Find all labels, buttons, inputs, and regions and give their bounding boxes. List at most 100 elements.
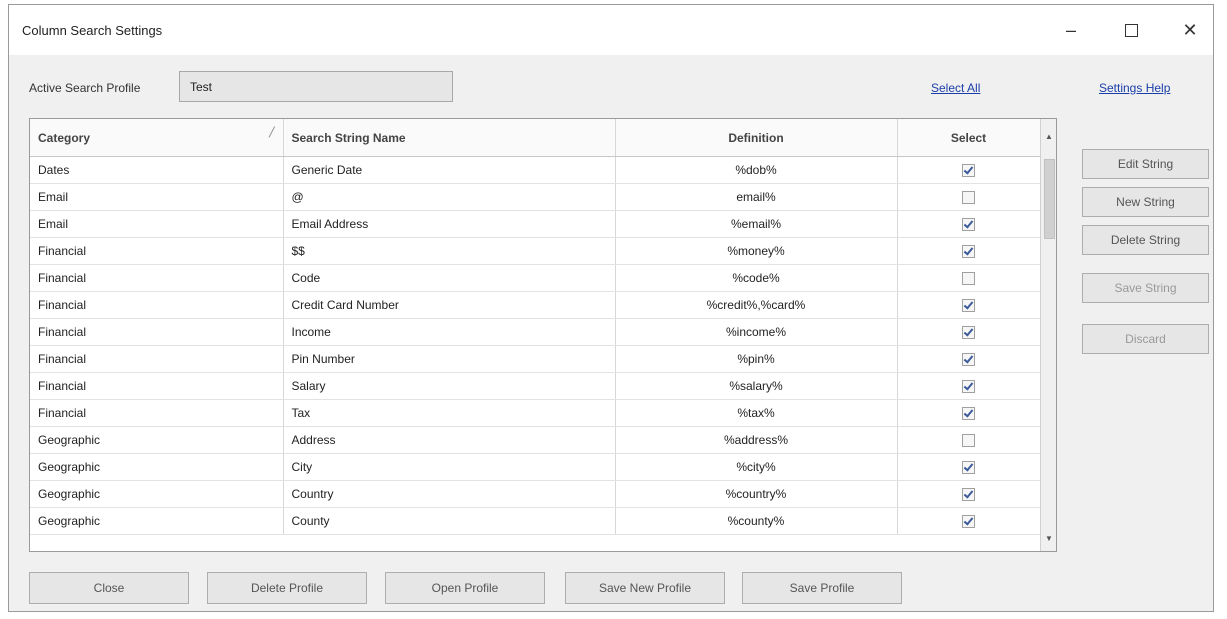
edit-string-button[interactable]: Edit String <box>1082 149 1209 179</box>
scroll-thumb[interactable] <box>1044 159 1055 239</box>
table-row[interactable]: Financial Pin Number %pin% <box>30 345 1041 373</box>
table-header-row: Category ╱ Search String Name Definition … <box>30 119 1041 157</box>
table-row[interactable]: Financial Salary %salary% <box>30 372 1041 400</box>
cell-category: Financial <box>30 372 284 400</box>
cell-category: Geographic <box>30 480 284 508</box>
minimize-button[interactable]: – <box>1051 15 1091 45</box>
vertical-scrollbar[interactable]: ▲ ▼ <box>1040 119 1056 551</box>
cell-select <box>897 426 1041 454</box>
cell-search-string-name: City <box>283 453 616 481</box>
column-header-category[interactable]: Category ╱ <box>30 119 284 157</box>
select-checkbox[interactable] <box>962 326 975 340</box>
select-checkbox[interactable] <box>962 164 975 178</box>
cell-select <box>897 318 1041 346</box>
select-checkbox[interactable] <box>962 218 975 232</box>
close-icon: ✕ <box>1182 19 1198 40</box>
cell-category: Dates <box>30 156 284 184</box>
cell-definition: %code% <box>615 264 898 292</box>
table-row[interactable]: Email @ email% <box>30 183 1041 211</box>
cell-category: Email <box>30 183 284 211</box>
cell-select <box>897 480 1041 508</box>
table-row[interactable]: Financial Credit Card Number %credit%,%car… <box>30 291 1041 319</box>
select-checkbox[interactable] <box>962 461 975 475</box>
discard-button[interactable]: Discard <box>1082 324 1209 354</box>
cell-category: Geographic <box>30 453 284 481</box>
cell-search-string-name: Income <box>283 318 616 346</box>
active-profile-field[interactable]: Test <box>179 71 453 102</box>
search-strings-grid: Category ╱ Search String Name Definition … <box>29 118 1057 552</box>
select-checkbox[interactable] <box>962 272 975 286</box>
open-profile-button[interactable]: Open Profile <box>385 572 545 604</box>
table-row[interactable]: Geographic County %county% <box>30 507 1041 535</box>
cell-select <box>897 264 1041 292</box>
close-button[interactable]: Close <box>29 572 189 604</box>
cell-select <box>897 210 1041 238</box>
delete-profile-button[interactable]: Delete Profile <box>207 572 367 604</box>
save-string-button[interactable]: Save String <box>1082 273 1209 303</box>
cell-definition: %income% <box>615 318 898 346</box>
table-row[interactable]: Financial Tax %tax% <box>30 399 1041 427</box>
cell-search-string-name: Code <box>283 264 616 292</box>
maximize-button[interactable] <box>1111 15 1151 45</box>
cell-category: Financial <box>30 318 284 346</box>
cell-definition: %county% <box>615 507 898 535</box>
cell-select <box>897 183 1041 211</box>
cell-definition: %credit%,%card% <box>615 291 898 319</box>
select-checkbox[interactable] <box>962 407 975 421</box>
cell-category: Financial <box>30 264 284 292</box>
cell-search-string-name: Salary <box>283 372 616 400</box>
maximize-icon <box>1124 23 1138 37</box>
table-row[interactable]: Dates Generic Date %dob% <box>30 156 1041 184</box>
cell-search-string-name: Country <box>283 480 616 508</box>
select-checkbox[interactable] <box>962 488 975 502</box>
table-row[interactable]: Email Email Address %email% <box>30 210 1041 238</box>
cell-select <box>897 453 1041 481</box>
select-checkbox[interactable] <box>962 191 975 205</box>
cell-category: Financial <box>30 345 284 373</box>
table-row[interactable]: Geographic Country %country% <box>30 480 1041 508</box>
table-row[interactable]: Financial $$ %money% <box>30 237 1041 265</box>
sort-indicator-icon: ╱ <box>269 127 275 137</box>
column-header-search-string-name[interactable]: Search String Name <box>283 119 616 157</box>
cell-search-string-name: Credit Card Number <box>283 291 616 319</box>
scroll-down-icon[interactable]: ▼ <box>1041 531 1056 547</box>
select-checkbox[interactable] <box>962 380 975 394</box>
cell-category: Geographic <box>30 507 284 535</box>
cell-search-string-name: Generic Date <box>283 156 616 184</box>
select-checkbox[interactable] <box>962 515 975 529</box>
delete-string-button[interactable]: Delete String <box>1082 225 1209 255</box>
search-strings-table: Category ╱ Search String Name Definition … <box>30 119 1041 535</box>
table-row[interactable]: Geographic Address %address% <box>30 426 1041 454</box>
select-checkbox[interactable] <box>962 353 975 367</box>
table-row[interactable]: Financial Income %income% <box>30 318 1041 346</box>
cell-category: Financial <box>30 399 284 427</box>
cell-category: Financial <box>30 291 284 319</box>
cell-category: Financial <box>30 237 284 265</box>
cell-category: Email <box>30 210 284 238</box>
settings-help-link[interactable]: Settings Help <box>1099 81 1170 95</box>
select-all-link[interactable]: Select All <box>931 81 980 95</box>
title-bar: Column Search Settings – ✕ <box>9 5 1213 55</box>
column-search-settings-window: Column Search Settings – ✕ Active Search… <box>8 4 1214 612</box>
table-row[interactable]: Financial Code %code% <box>30 264 1041 292</box>
select-checkbox[interactable] <box>962 299 975 313</box>
cell-definition: %tax% <box>615 399 898 427</box>
window-title: Column Search Settings <box>22 23 163 38</box>
save-new-profile-button[interactable]: Save New Profile <box>565 572 725 604</box>
save-profile-button[interactable]: Save Profile <box>742 572 902 604</box>
close-window-button[interactable]: ✕ <box>1170 15 1210 45</box>
cell-search-string-name: Pin Number <box>283 345 616 373</box>
active-profile-label: Active Search Profile <box>29 81 141 95</box>
select-checkbox[interactable] <box>962 434 975 448</box>
select-checkbox[interactable] <box>962 245 975 259</box>
cell-definition: %country% <box>615 480 898 508</box>
scroll-up-icon[interactable]: ▲ <box>1041 129 1056 145</box>
cell-select <box>897 237 1041 265</box>
column-header-select[interactable]: Select <box>897 119 1041 157</box>
new-string-button[interactable]: New String <box>1082 187 1209 217</box>
cell-search-string-name: Tax <box>283 399 616 427</box>
cell-search-string-name: Address <box>283 426 616 454</box>
cell-definition: %money% <box>615 237 898 265</box>
table-row[interactable]: Geographic City %city% <box>30 453 1041 481</box>
column-header-definition[interactable]: Definition <box>615 119 898 157</box>
